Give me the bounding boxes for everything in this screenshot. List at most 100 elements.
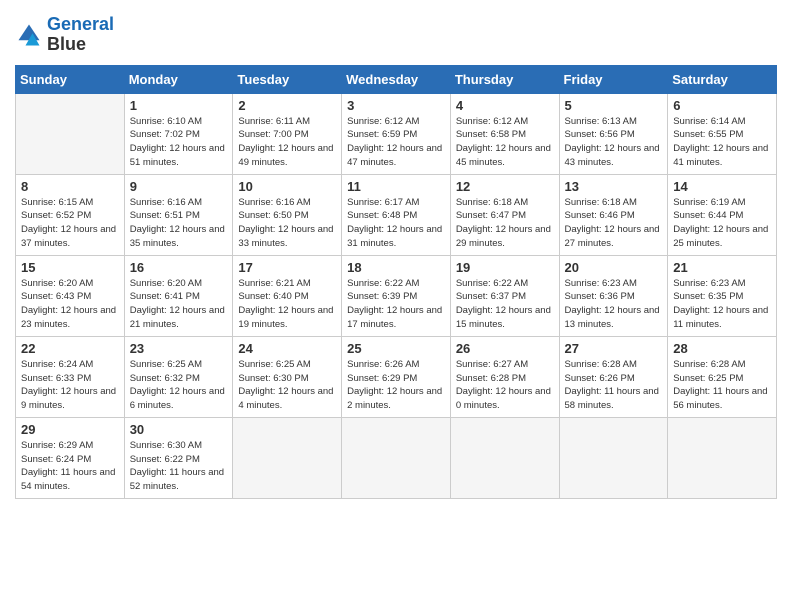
logo-icon	[15, 21, 43, 49]
day-info: Sunrise: 6:18 AMSunset: 6:46 PMDaylight:…	[565, 196, 664, 251]
day-info: Sunrise: 6:16 AMSunset: 6:51 PMDaylight:…	[130, 196, 229, 251]
logo-text: GeneralBlue	[47, 15, 114, 55]
day-info: Sunrise: 6:17 AMSunset: 6:48 PMDaylight:…	[347, 196, 446, 251]
day-number: 15	[21, 260, 120, 275]
calendar-cell: 8 Sunrise: 6:15 AMSunset: 6:52 PMDayligh…	[16, 174, 125, 255]
day-number: 17	[238, 260, 337, 275]
day-number: 12	[456, 179, 555, 194]
week-row-3: 22 Sunrise: 6:24 AMSunset: 6:33 PMDaylig…	[16, 336, 777, 417]
calendar-cell: 30 Sunrise: 6:30 AMSunset: 6:22 PMDaylig…	[124, 417, 233, 498]
day-info: Sunrise: 6:24 AMSunset: 6:33 PMDaylight:…	[21, 358, 120, 413]
calendar-cell: 26 Sunrise: 6:27 AMSunset: 6:28 PMDaylig…	[450, 336, 559, 417]
calendar-cell: 18 Sunrise: 6:22 AMSunset: 6:39 PMDaylig…	[342, 255, 451, 336]
calendar-cell: 29 Sunrise: 6:29 AMSunset: 6:24 PMDaylig…	[16, 417, 125, 498]
day-number: 14	[673, 179, 772, 194]
day-info: Sunrise: 6:23 AMSunset: 6:35 PMDaylight:…	[673, 277, 772, 332]
col-header-monday: Monday	[124, 65, 233, 93]
col-header-wednesday: Wednesday	[342, 65, 451, 93]
calendar-cell	[342, 417, 451, 498]
calendar-cell: 25 Sunrise: 6:26 AMSunset: 6:29 PMDaylig…	[342, 336, 451, 417]
calendar-cell: 2 Sunrise: 6:11 AMSunset: 7:00 PMDayligh…	[233, 93, 342, 174]
day-number: 22	[21, 341, 120, 356]
day-info: Sunrise: 6:16 AMSunset: 6:50 PMDaylight:…	[238, 196, 337, 251]
logo: GeneralBlue	[15, 15, 114, 55]
day-info: Sunrise: 6:28 AMSunset: 6:26 PMDaylight:…	[565, 358, 664, 413]
day-info: Sunrise: 6:19 AMSunset: 6:44 PMDaylight:…	[673, 196, 772, 251]
day-info: Sunrise: 6:22 AMSunset: 6:37 PMDaylight:…	[456, 277, 555, 332]
day-info: Sunrise: 6:25 AMSunset: 6:30 PMDaylight:…	[238, 358, 337, 413]
day-number: 11	[347, 179, 446, 194]
day-info: Sunrise: 6:28 AMSunset: 6:25 PMDaylight:…	[673, 358, 772, 413]
day-number: 25	[347, 341, 446, 356]
day-number: 19	[456, 260, 555, 275]
day-number: 24	[238, 341, 337, 356]
day-info: Sunrise: 6:25 AMSunset: 6:32 PMDaylight:…	[130, 358, 229, 413]
calendar-cell	[559, 417, 668, 498]
day-number: 3	[347, 98, 446, 113]
calendar-cell: 6 Sunrise: 6:14 AMSunset: 6:55 PMDayligh…	[668, 93, 777, 174]
day-number: 30	[130, 422, 229, 437]
day-info: Sunrise: 6:30 AMSunset: 6:22 PMDaylight:…	[130, 439, 229, 494]
calendar-cell: 12 Sunrise: 6:18 AMSunset: 6:47 PMDaylig…	[450, 174, 559, 255]
day-number: 9	[130, 179, 229, 194]
day-info: Sunrise: 6:29 AMSunset: 6:24 PMDaylight:…	[21, 439, 120, 494]
day-number: 8	[21, 179, 120, 194]
calendar-cell: 14 Sunrise: 6:19 AMSunset: 6:44 PMDaylig…	[668, 174, 777, 255]
calendar-cell: 23 Sunrise: 6:25 AMSunset: 6:32 PMDaylig…	[124, 336, 233, 417]
col-header-saturday: Saturday	[668, 65, 777, 93]
calendar-cell: 15 Sunrise: 6:20 AMSunset: 6:43 PMDaylig…	[16, 255, 125, 336]
calendar-cell: 17 Sunrise: 6:21 AMSunset: 6:40 PMDaylig…	[233, 255, 342, 336]
day-info: Sunrise: 6:15 AMSunset: 6:52 PMDaylight:…	[21, 196, 120, 251]
calendar-cell: 5 Sunrise: 6:13 AMSunset: 6:56 PMDayligh…	[559, 93, 668, 174]
header-row: SundayMondayTuesdayWednesdayThursdayFrid…	[16, 65, 777, 93]
day-number: 13	[565, 179, 664, 194]
day-number: 27	[565, 341, 664, 356]
day-number: 21	[673, 260, 772, 275]
calendar-cell: 11 Sunrise: 6:17 AMSunset: 6:48 PMDaylig…	[342, 174, 451, 255]
calendar-cell: 1 Sunrise: 6:10 AMSunset: 7:02 PMDayligh…	[124, 93, 233, 174]
calendar-table: SundayMondayTuesdayWednesdayThursdayFrid…	[15, 65, 777, 499]
col-header-friday: Friday	[559, 65, 668, 93]
week-row-4: 29 Sunrise: 6:29 AMSunset: 6:24 PMDaylig…	[16, 417, 777, 498]
day-info: Sunrise: 6:12 AMSunset: 6:59 PMDaylight:…	[347, 115, 446, 170]
week-row-1: 8 Sunrise: 6:15 AMSunset: 6:52 PMDayligh…	[16, 174, 777, 255]
week-row-0: 1 Sunrise: 6:10 AMSunset: 7:02 PMDayligh…	[16, 93, 777, 174]
day-info: Sunrise: 6:22 AMSunset: 6:39 PMDaylight:…	[347, 277, 446, 332]
day-info: Sunrise: 6:11 AMSunset: 7:00 PMDaylight:…	[238, 115, 337, 170]
calendar-cell	[233, 417, 342, 498]
day-number: 4	[456, 98, 555, 113]
day-number: 5	[565, 98, 664, 113]
day-number: 29	[21, 422, 120, 437]
page-container: GeneralBlue SundayMondayTuesdayWednesday…	[0, 0, 792, 509]
calendar-cell: 20 Sunrise: 6:23 AMSunset: 6:36 PMDaylig…	[559, 255, 668, 336]
calendar-cell: 10 Sunrise: 6:16 AMSunset: 6:50 PMDaylig…	[233, 174, 342, 255]
calendar-cell	[668, 417, 777, 498]
day-info: Sunrise: 6:26 AMSunset: 6:29 PMDaylight:…	[347, 358, 446, 413]
col-header-tuesday: Tuesday	[233, 65, 342, 93]
calendar-cell: 22 Sunrise: 6:24 AMSunset: 6:33 PMDaylig…	[16, 336, 125, 417]
day-info: Sunrise: 6:14 AMSunset: 6:55 PMDaylight:…	[673, 115, 772, 170]
calendar-cell: 24 Sunrise: 6:25 AMSunset: 6:30 PMDaylig…	[233, 336, 342, 417]
day-number: 23	[130, 341, 229, 356]
calendar-cell: 19 Sunrise: 6:22 AMSunset: 6:37 PMDaylig…	[450, 255, 559, 336]
day-info: Sunrise: 6:23 AMSunset: 6:36 PMDaylight:…	[565, 277, 664, 332]
calendar-cell	[450, 417, 559, 498]
col-header-thursday: Thursday	[450, 65, 559, 93]
calendar-cell	[16, 93, 125, 174]
day-info: Sunrise: 6:21 AMSunset: 6:40 PMDaylight:…	[238, 277, 337, 332]
week-row-2: 15 Sunrise: 6:20 AMSunset: 6:43 PMDaylig…	[16, 255, 777, 336]
day-number: 16	[130, 260, 229, 275]
day-info: Sunrise: 6:13 AMSunset: 6:56 PMDaylight:…	[565, 115, 664, 170]
day-number: 2	[238, 98, 337, 113]
calendar-cell: 28 Sunrise: 6:28 AMSunset: 6:25 PMDaylig…	[668, 336, 777, 417]
day-info: Sunrise: 6:12 AMSunset: 6:58 PMDaylight:…	[456, 115, 555, 170]
day-number: 1	[130, 98, 229, 113]
day-number: 10	[238, 179, 337, 194]
calendar-cell: 4 Sunrise: 6:12 AMSunset: 6:58 PMDayligh…	[450, 93, 559, 174]
header: GeneralBlue	[15, 15, 777, 55]
calendar-cell: 21 Sunrise: 6:23 AMSunset: 6:35 PMDaylig…	[668, 255, 777, 336]
day-number: 26	[456, 341, 555, 356]
col-header-sunday: Sunday	[16, 65, 125, 93]
calendar-cell: 16 Sunrise: 6:20 AMSunset: 6:41 PMDaylig…	[124, 255, 233, 336]
day-number: 20	[565, 260, 664, 275]
